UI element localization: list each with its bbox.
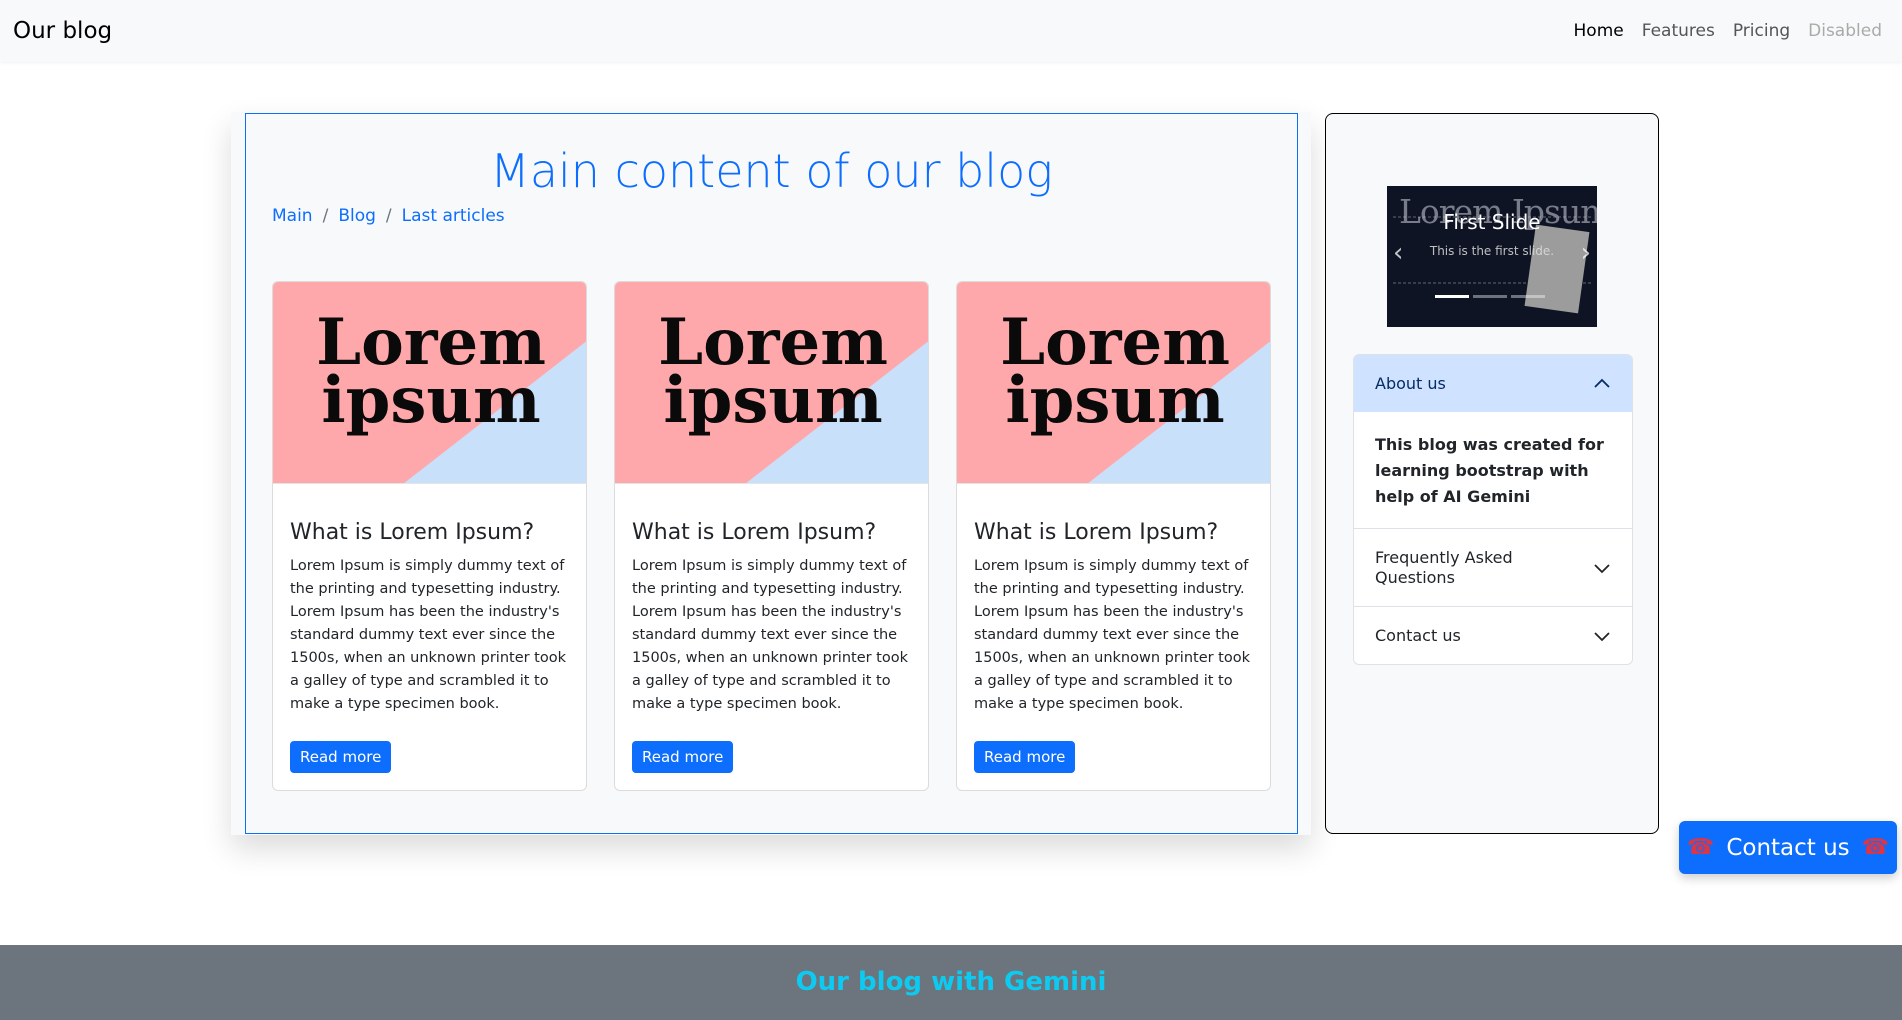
card-image-text-line2: ipsum	[663, 363, 882, 438]
accordion-item-about: About us This blog was created for learn…	[1354, 355, 1632, 529]
card-body: What is Lorem Ipsum? Lorem Ipsum is simp…	[273, 484, 586, 773]
accordion-item-faq: Frequently Asked Questions	[1354, 529, 1632, 607]
chevron-right-icon[interactable]: ›	[1581, 238, 1591, 268]
card-text: Lorem Ipsum is simply dummy text of the …	[632, 558, 909, 712]
breadcrumb-last-articles[interactable]: Last articles	[402, 206, 505, 226]
breadcrumb-separator: /	[322, 206, 329, 226]
telephone-icon: ☎	[1861, 835, 1890, 860]
breadcrumb-blog[interactable]: Blog	[338, 206, 376, 226]
card-title: What is Lorem Ipsum?	[632, 520, 877, 545]
card-image: Lorem ipsum	[615, 282, 928, 484]
nav-link-home[interactable]: Home	[1574, 21, 1624, 41]
breadcrumb: Main / Blog / Last articles	[272, 206, 505, 226]
nav-link-features[interactable]: Features	[1642, 21, 1715, 41]
accordion-header-faq[interactable]: Frequently Asked Questions	[1354, 529, 1632, 606]
carousel-indicator-3[interactable]	[1511, 295, 1545, 298]
breadcrumb-separator: /	[385, 206, 392, 226]
read-more-button[interactable]: Read more	[632, 741, 734, 773]
telephone-icon: ☎	[1686, 835, 1715, 860]
card-title: What is Lorem Ipsum?	[290, 520, 535, 545]
accordion-item-contact: Contact us	[1354, 607, 1632, 664]
carousel-indicators	[1435, 295, 1545, 298]
chevron-down-icon	[1594, 563, 1610, 573]
carousel-indicator-2[interactable]	[1473, 295, 1507, 298]
breadcrumb-main[interactable]: Main	[272, 206, 313, 226]
card-body: What is Lorem Ipsum? Lorem Ipsum is simp…	[615, 484, 928, 773]
article-card: Lorem ipsum What is Lorem Ipsum? Lorem I…	[956, 281, 1271, 791]
carousel-subcaption: This is the first slide.	[1429, 244, 1555, 258]
card-image: Lorem ipsum	[957, 282, 1270, 484]
footer-text: Our blog with Gemini	[795, 967, 1107, 997]
accordion-title: Frequently Asked Questions	[1375, 547, 1513, 587]
footer: Our blog with Gemini	[0, 945, 1902, 1020]
image-carousel[interactable]: Lorem Ipsum First Slide This is the firs…	[1387, 186, 1597, 327]
card-image: Lorem ipsum	[273, 282, 586, 484]
nav-links: Home Features Pricing Disabled	[1574, 21, 1882, 41]
navbar: Our blog Home Features Pricing Disabled	[0, 0, 1902, 62]
card-body: What is Lorem Ipsum? Lorem Ipsum is simp…	[957, 484, 1270, 773]
navbar-brand[interactable]: Our blog	[13, 18, 112, 44]
carousel-caption: First Slide	[1443, 210, 1541, 234]
main-content: Main content of our blog Main / Blog / L…	[245, 113, 1298, 834]
accordion-header-contact[interactable]: Contact us	[1354, 607, 1632, 664]
chevron-down-icon	[1594, 631, 1610, 641]
card-image-text-line2: ipsum	[1005, 363, 1224, 438]
accordion-body-about: This blog was created for learning boots…	[1375, 435, 1604, 506]
chevron-up-icon	[1594, 378, 1610, 388]
accordion-header-about[interactable]: About us	[1354, 355, 1632, 412]
chevron-left-icon[interactable]: ‹	[1393, 238, 1403, 268]
article-card: Lorem ipsum What is Lorem Ipsum? Lorem I…	[272, 281, 587, 791]
nav-link-disabled: Disabled	[1808, 21, 1882, 41]
card-title: What is Lorem Ipsum?	[974, 520, 1219, 545]
card-image-text-line2: ipsum	[321, 363, 540, 438]
sidebar: Lorem Ipsum First Slide This is the firs…	[1325, 113, 1659, 834]
page-title: Main content of our blog	[490, 144, 1053, 198]
card-text: Lorem Ipsum is simply dummy text of the …	[290, 558, 567, 712]
accordion: About us This blog was created for learn…	[1353, 354, 1633, 665]
carousel-indicator-1[interactable]	[1435, 295, 1469, 298]
article-card: Lorem ipsum What is Lorem Ipsum? Lorem I…	[614, 281, 929, 791]
nav-link-pricing[interactable]: Pricing	[1733, 21, 1790, 41]
read-more-button[interactable]: Read more	[974, 741, 1076, 773]
contact-us-label: Contact us	[1726, 834, 1850, 861]
accordion-title: Contact us	[1375, 626, 1461, 645]
card-text: Lorem Ipsum is simply dummy text of the …	[974, 558, 1251, 712]
accordion-title: About us	[1375, 374, 1446, 393]
contact-us-button[interactable]: ☎ Contact us ☎	[1679, 821, 1897, 874]
read-more-button[interactable]: Read more	[290, 741, 392, 773]
